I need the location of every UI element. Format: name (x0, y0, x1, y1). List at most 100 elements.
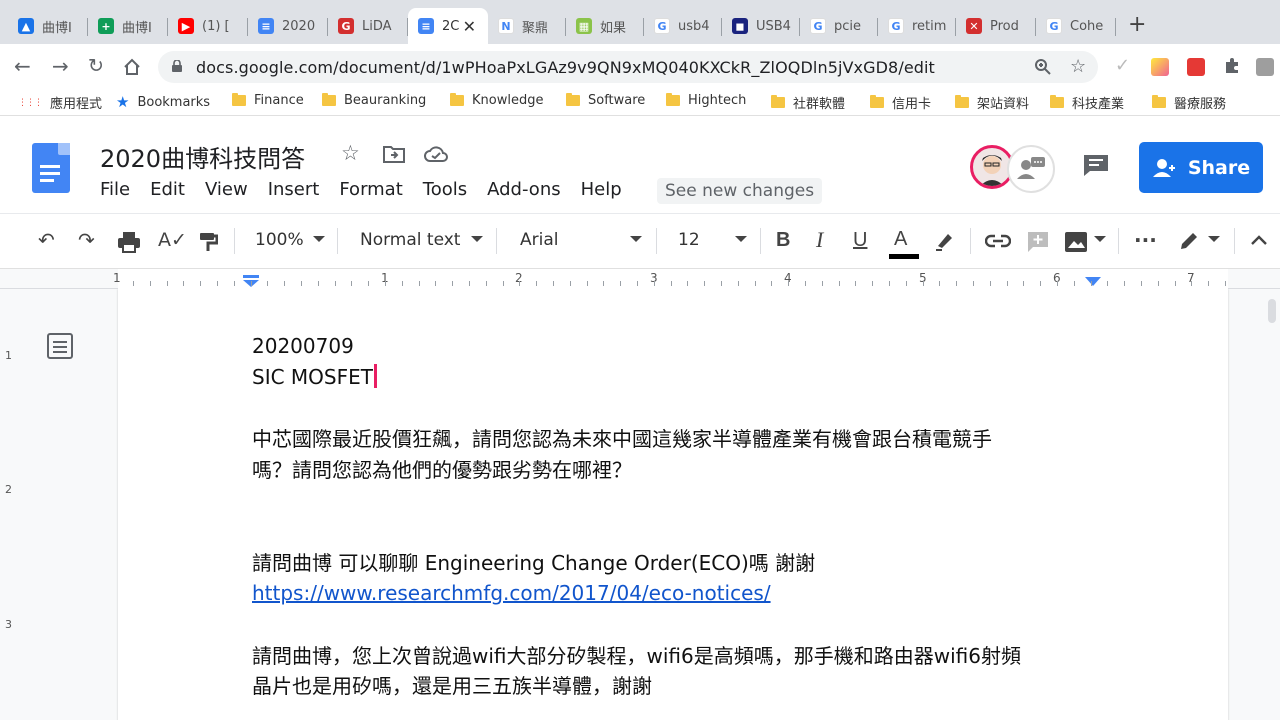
browser-tab[interactable]: ▶ (1) [ (168, 8, 248, 44)
browser-tab[interactable]: Gusb4 (644, 8, 722, 44)
user-account-avatar[interactable] (1007, 145, 1055, 193)
bookmark-item[interactable]: 醫療服務 (1152, 93, 1226, 112)
bookmark-item[interactable]: ⋮⋮⋮ 應用程式 (18, 93, 102, 112)
browser-tab[interactable]: G Cohe (1036, 8, 1116, 44)
menu-format[interactable]: Format (339, 179, 402, 200)
back-arrow-icon[interactable]: ← (14, 56, 31, 76)
browser-tab[interactable]: ▦ 如果 (566, 8, 644, 44)
doc-question-3-line-2[interactable]: 晶片也是用矽嗎，還是用三五族半導體，謝謝 (252, 671, 652, 702)
url-text[interactable]: docs.google.com/document/d/1wPHoaPxLGAz9… (196, 58, 935, 77)
font-caret-icon[interactable] (630, 236, 642, 242)
underline-icon[interactable]: U (853, 228, 867, 252)
text-color-icon[interactable]: A (887, 226, 919, 262)
doc-line-topic[interactable]: SIC MOSFET (252, 362, 377, 393)
italic-icon[interactable]: I (816, 228, 823, 252)
collapse-menus-icon[interactable] (1250, 234, 1268, 246)
doc-question-1-line-1[interactable]: 中芯國際最近股價狂飆，請問您認為未來中國這幾家半導體產業有機會跟台積電競手 (252, 424, 992, 455)
horizontal-ruler[interactable]: 1 1 2 3 4 5 6 7 (0, 269, 1280, 289)
redo-icon[interactable]: ↷ (78, 228, 95, 252)
doc-question-1-line-2[interactable]: 嗎？請問您認為他們的優勢跟劣勢在哪裡？ (252, 455, 632, 486)
doc-line-date[interactable]: 20200709 (252, 331, 354, 362)
share-button[interactable]: Share (1139, 142, 1263, 193)
bookmark-item[interactable]: 信用卡 (870, 93, 931, 112)
bookmark-item[interactable]: Beauranking (322, 93, 426, 108)
add-comment-icon[interactable] (1027, 231, 1049, 253)
insert-image-icon[interactable] (1064, 231, 1088, 253)
zoom-icon[interactable] (1034, 58, 1052, 76)
browser-tab[interactable]: G LiDA (328, 8, 408, 44)
bookmark-item[interactable]: 架站資料 (955, 93, 1029, 112)
insert-link-icon[interactable] (985, 234, 1011, 248)
menu-help[interactable]: Help (581, 179, 622, 200)
font-size-caret-icon[interactable] (735, 236, 747, 242)
browser-tab[interactable]: ≡ 2020 (248, 8, 328, 44)
right-indent-marker-icon[interactable] (1085, 277, 1101, 287)
bookmark-item[interactable]: Finance (232, 93, 304, 108)
extensions-puzzle-icon[interactable] (1222, 56, 1242, 76)
paint-format-icon[interactable] (198, 231, 218, 253)
bookmark-item[interactable]: Hightech (666, 93, 746, 108)
document-title[interactable]: 2020曲博科技問答 (100, 139, 305, 174)
bookmark-star-icon[interactable]: ☆ (1070, 56, 1086, 77)
document-page[interactable]: 20200709 SIC MOSFET 中芯國際最近股價狂飆，請問您認為未來中國… (118, 289, 1228, 720)
move-folder-icon[interactable] (383, 145, 405, 163)
menu-addons[interactable]: Add-ons (487, 179, 560, 200)
cloud-saved-icon[interactable] (424, 145, 448, 163)
doc-topic-text: SIC MOSFET (252, 365, 373, 389)
menu-insert[interactable]: Insert (268, 179, 320, 200)
browser-tab[interactable]: Gpcie (800, 8, 878, 44)
print-icon[interactable] (117, 231, 141, 253)
zoom-caret-icon[interactable] (313, 236, 325, 242)
browser-tab[interactable]: N 聚鼎 (488, 8, 566, 44)
highlight-color-icon[interactable] (934, 230, 956, 252)
browser-tab[interactable]: ✕ Prod (956, 8, 1036, 44)
menu-view[interactable]: View (205, 179, 248, 200)
bookmark-item[interactable]: 社群軟體 (771, 93, 845, 112)
font-size-select[interactable]: 12 (678, 230, 700, 250)
style-caret-icon[interactable] (471, 236, 483, 242)
tab-close-icon[interactable]: ✕ (463, 17, 476, 36)
menu-tools[interactable]: Tools (423, 179, 467, 200)
pdf-extension-icon[interactable] (1187, 58, 1205, 76)
extension-icon-1[interactable] (1151, 58, 1169, 76)
menu-edit[interactable]: Edit (150, 179, 185, 200)
browser-tab[interactable]: Gretim (878, 8, 956, 44)
check-extension-icon[interactable]: ✓ (1115, 56, 1130, 76)
home-icon[interactable] (122, 57, 142, 77)
reload-icon[interactable]: ↻ (88, 56, 104, 76)
editing-mode-caret-icon[interactable] (1208, 236, 1220, 242)
browser-tab[interactable]: ◼ USB4 (722, 8, 800, 44)
font-select[interactable]: Arial (520, 230, 558, 250)
share-person-icon (1152, 158, 1175, 177)
doc-question-3-line-1[interactable]: 請問曲博，您上次曾說過wifi大部分矽製程，wifi6是高頻嗎，那手機和路由器w… (252, 641, 1021, 672)
vertical-scrollbar[interactable] (1268, 299, 1276, 323)
profile-extension-icon[interactable] (1256, 58, 1274, 76)
menu-file[interactable]: File (100, 179, 130, 200)
spellcheck-icon[interactable]: A✓ (158, 228, 187, 252)
image-caret-icon[interactable] (1094, 236, 1106, 242)
editing-mode-pencil-icon[interactable] (1178, 230, 1200, 252)
paragraph-style-select[interactable]: Normal text (360, 230, 460, 250)
undo-icon[interactable]: ↶ (38, 228, 55, 252)
comment-history-icon[interactable] (1082, 153, 1110, 177)
bookmark-item[interactable]: Knowledge (450, 93, 543, 108)
document-outline-icon[interactable] (47, 333, 73, 359)
doc-question-2-line-1[interactable]: 請問曲博 可以聊聊 Engineering Change Order(ECO)嗎… (252, 548, 815, 579)
browser-tab[interactable]: ▲ 曲博I (8, 8, 88, 44)
address-bar[interactable]: docs.google.com/document/d/1wPHoaPxLGAz9… (158, 51, 1098, 83)
bookmark-item[interactable]: ★ Bookmarks (116, 93, 210, 111)
browser-tab[interactable]: + 曲博I (88, 8, 168, 44)
more-options-icon[interactable]: ··· (1134, 228, 1157, 252)
zoom-select[interactable]: 100% (255, 230, 304, 250)
bookmark-item[interactable]: 科技產業 (1050, 93, 1124, 112)
google-docs-logo-icon[interactable] (32, 143, 70, 193)
star-icon[interactable]: ☆ (341, 141, 360, 165)
bookmark-item[interactable]: Software (566, 93, 645, 108)
vertical-ruler[interactable]: 1 2 3 (0, 289, 18, 720)
see-new-changes-button[interactable]: See new changes (657, 178, 823, 204)
forward-arrow-icon[interactable]: → (52, 56, 69, 76)
browser-tab[interactable]: ≡ 2C ✕ (408, 8, 488, 44)
bold-icon[interactable]: B (776, 228, 790, 252)
eco-notices-link[interactable]: https://www.researchmfg.com/2017/04/eco-… (252, 581, 771, 605)
new-tab-button[interactable]: + (1128, 14, 1146, 36)
